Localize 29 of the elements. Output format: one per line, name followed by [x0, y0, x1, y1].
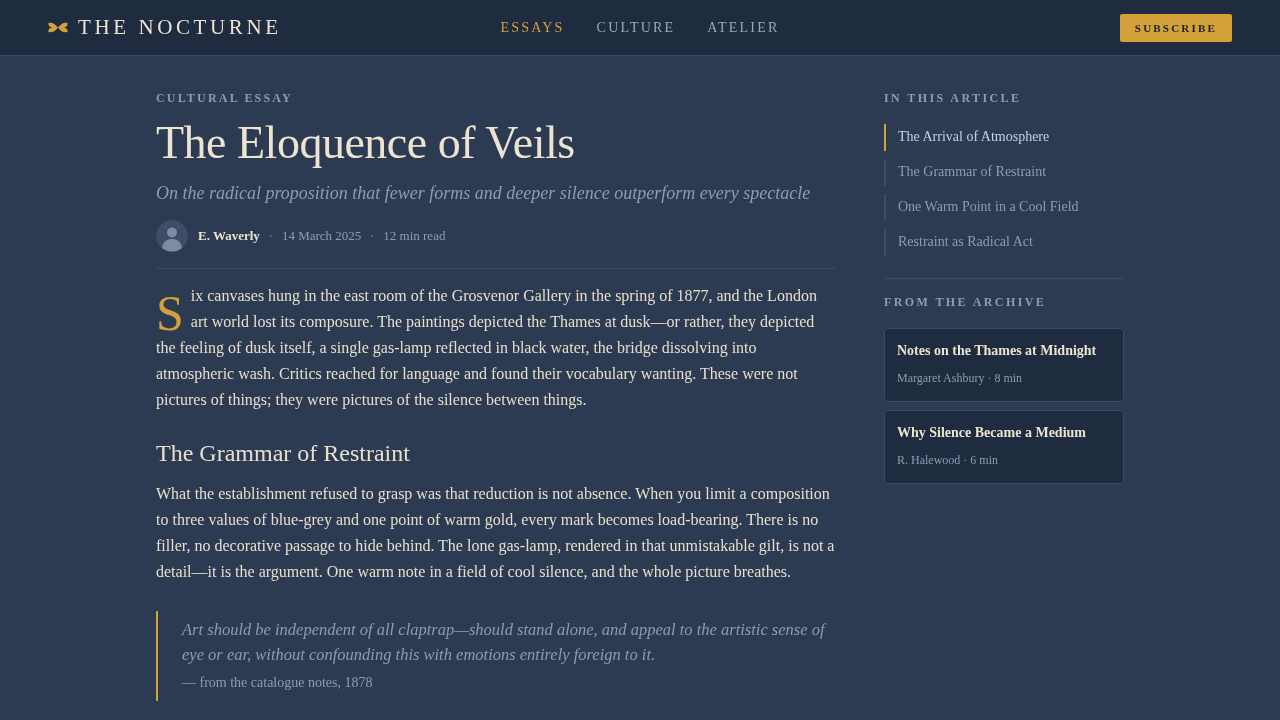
archive-card[interactable]: Why Silence Became a Medium R. Halewood · 6 min [884, 410, 1124, 484]
butterfly-logo-icon [48, 22, 68, 33]
avatar-icon [156, 220, 188, 252]
body-paragraph: What the establishment refused to grasp was that reduction is not absence. When you limit a composition to three values of blue-grey and one point of warm gold, every mark becomes load-bearing. There is no filler, no decorative passage to hide behind. The lone gas-lamp, rendered in that unmistakable gilt, is not a detail—it is the argument. One warm note in a field of cool silence, and the whole picture breathes. [156, 484, 836, 583]
read-time: 12 min read [383, 228, 446, 244]
article-subtitle: On the radical proposition that fewer forms and deeper silence outperform every spectacle [156, 182, 812, 205]
toc-link[interactable]: The Arrival of Atmosphere [884, 124, 1124, 151]
archive-title: Notes on the Thames at Midnight [897, 342, 1098, 360]
quote-text: Art should be independent of all claptrap—should stand alone, and appeal to the artistic sense of eye or ear, without confounding this with emotions entirely foreign to it. [182, 619, 828, 666]
publish-date: 14 March 2025 [281, 228, 362, 244]
archive-meta: Margaret Ashbury · 8 min [897, 370, 1024, 386]
archive-title: Why Silence Became a Medium [897, 424, 1087, 442]
toc-heading: IN THIS ARTICLE [884, 91, 1023, 106]
archive-heading: FROM THE ARCHIVE [884, 295, 1048, 310]
author-name[interactable]: E. Waverly [198, 228, 260, 244]
toc-link[interactable]: One Warm Point in a Cool Field [884, 194, 1124, 221]
nav-link[interactable]: ESSAYS [500, 19, 565, 36]
article-title: The Eloquence of Veils [156, 116, 576, 170]
archive-card[interactable]: Notes on the Thames at Midnight Margaret Ashbury · 8 min [884, 328, 1124, 402]
toc-link[interactable]: Restraint as Radical Act [884, 229, 1124, 256]
nav-link[interactable]: CULTURE [596, 19, 676, 36]
toc-link[interactable]: The Grammar of Restraint [884, 159, 1124, 186]
article-kicker: CULTURAL ESSAY [156, 91, 294, 106]
section-heading: The Grammar of Restraint [156, 439, 411, 468]
subscribe-button[interactable]: SUBSCRIBE [1119, 13, 1232, 42]
site-logo[interactable]: THE NOCTURNE [78, 15, 282, 40]
nav-link[interactable]: ATELIER [707, 19, 780, 36]
archive-meta: R. Halewood · 6 min [897, 452, 999, 468]
quote-citation: — from the catalogue notes, 1878 [182, 674, 374, 692]
